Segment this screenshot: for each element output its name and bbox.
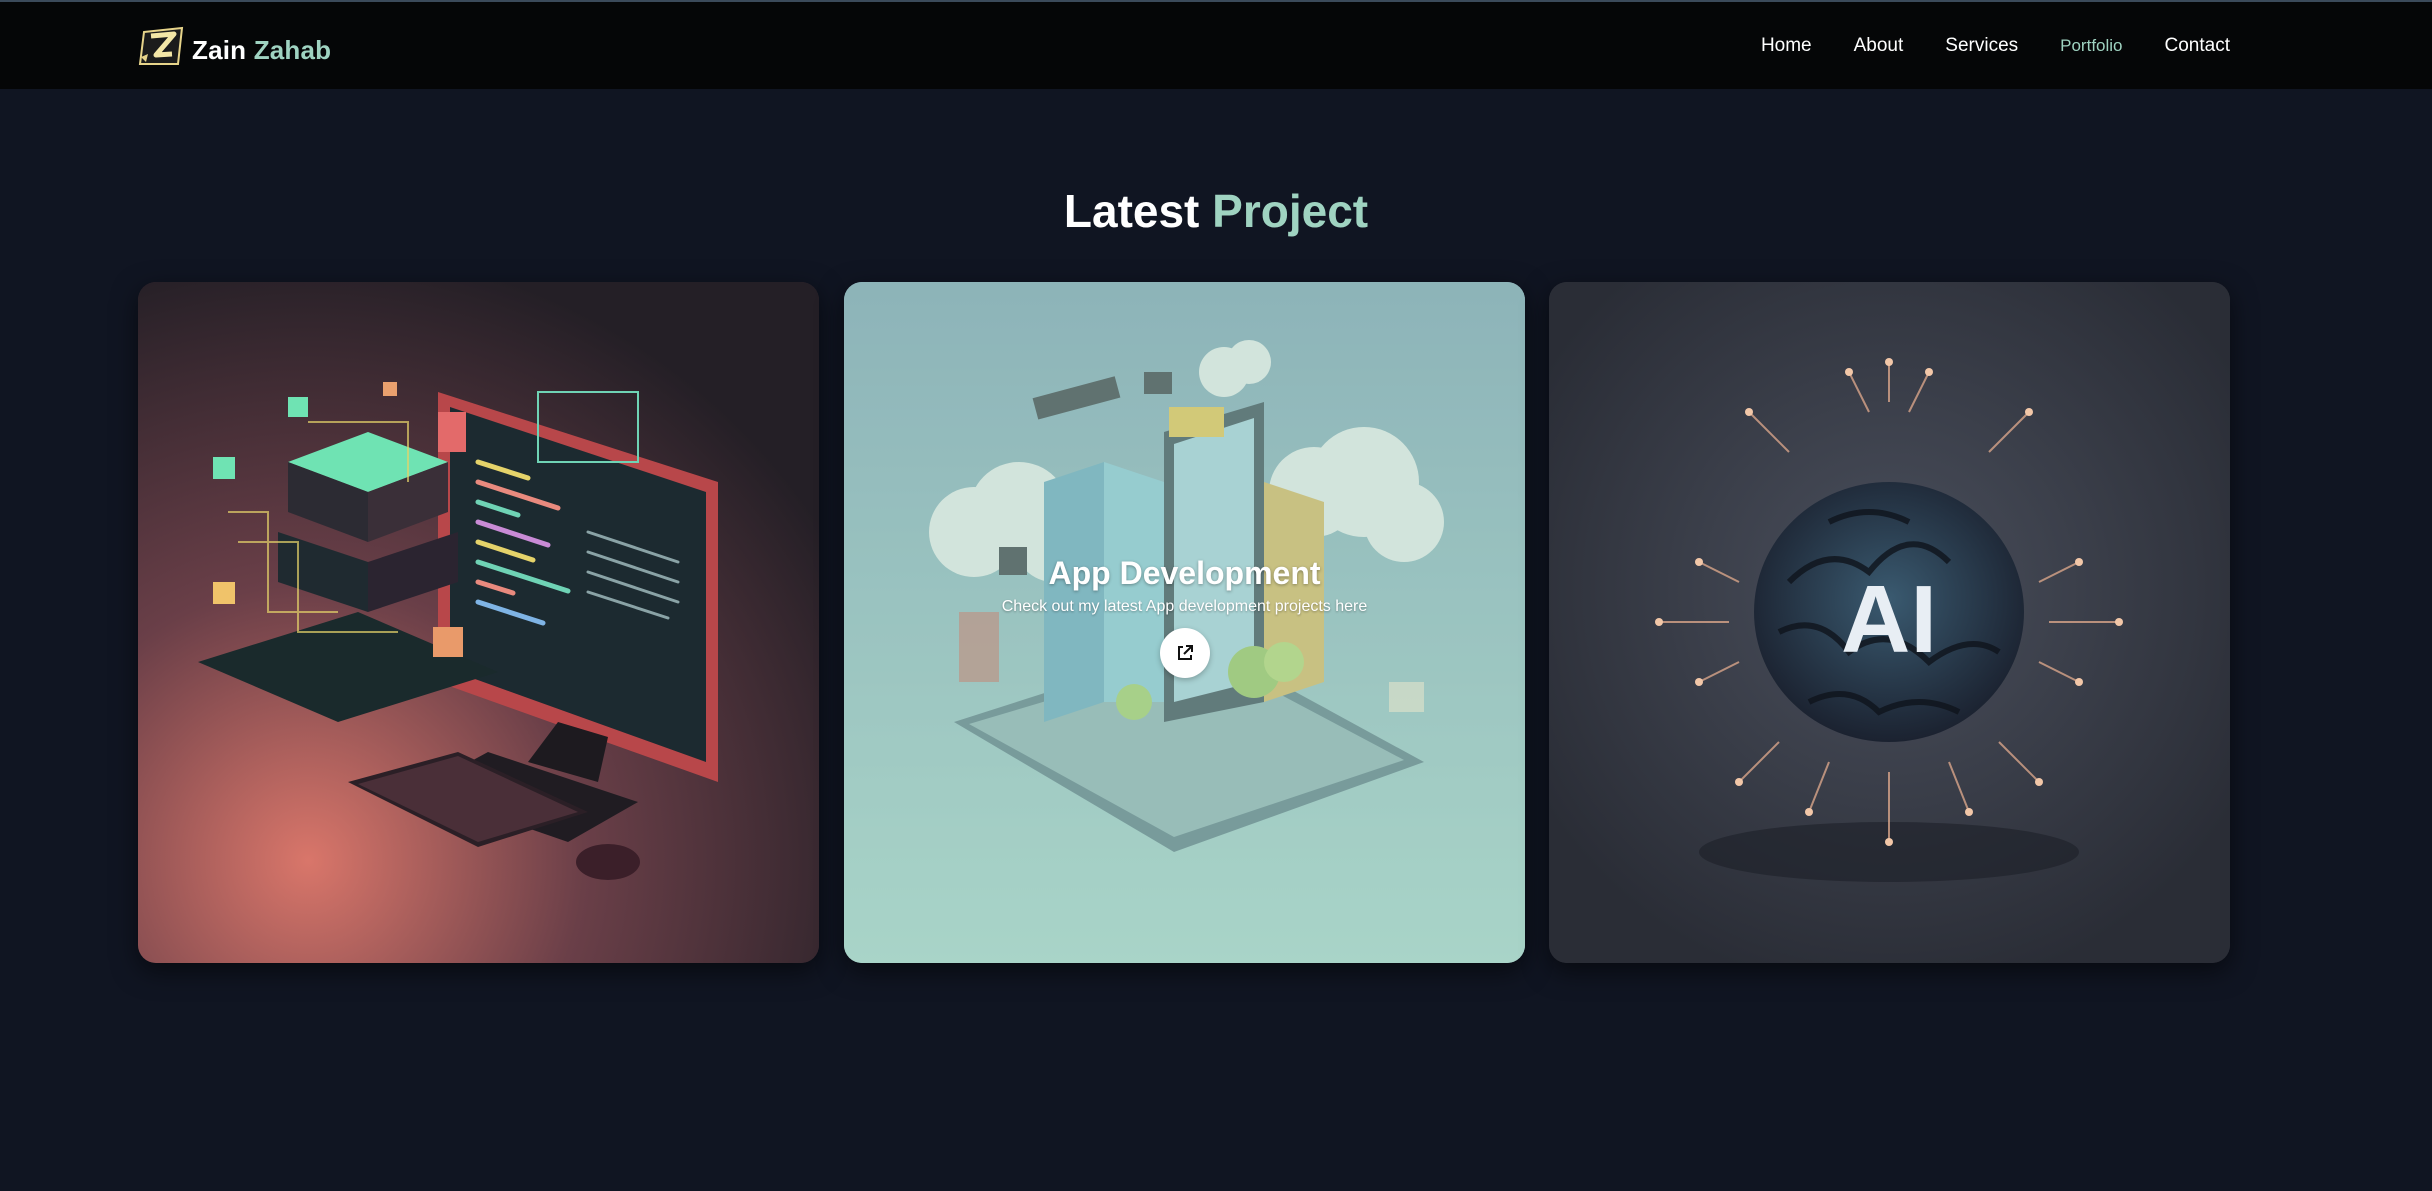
external-link-icon bbox=[1177, 645, 1193, 660]
section-title-accent: Project bbox=[1212, 185, 1369, 237]
brand-last-name: Zahab bbox=[253, 34, 332, 65]
brand-first-name: Zain bbox=[192, 34, 247, 65]
project-card-web[interactable] bbox=[138, 282, 819, 963]
ai-brain-image: AI bbox=[1549, 282, 2230, 963]
nav-services[interactable]: Services bbox=[1945, 35, 2018, 57]
nav-home[interactable]: Home bbox=[1761, 35, 1812, 57]
z-logo-icon bbox=[138, 26, 184, 65]
computer-illustration-image bbox=[138, 282, 819, 963]
project-title: App Development bbox=[1048, 555, 1321, 591]
project-link-button[interactable] bbox=[1159, 628, 1210, 678]
section-title: Latest Project bbox=[0, 184, 2432, 238]
project-card-ai[interactable]: AI bbox=[1549, 282, 2230, 963]
nav-contact[interactable]: Contact bbox=[2165, 35, 2230, 57]
nav-about[interactable]: About bbox=[1854, 35, 1904, 57]
section-title-main: Latest bbox=[1063, 185, 1200, 237]
brand-name: Zain Zahab bbox=[192, 35, 331, 66]
brand-logo[interactable]: Zain Zahab bbox=[138, 24, 331, 68]
main-nav: Home About Services Portfolio Contact bbox=[1761, 2, 2230, 89]
project-description: Check out my latest App development proj… bbox=[1001, 598, 1368, 615]
project-card-app[interactable]: App Development Check out my latest App … bbox=[844, 282, 1525, 963]
nav-portfolio[interactable]: Portfolio bbox=[2060, 36, 2122, 56]
ai-image-text: AI bbox=[1841, 566, 1937, 673]
site-header: Zain Zahab Home About Services Portfolio… bbox=[0, 2, 2432, 89]
project-hover-overlay: App Development Check out my latest App … bbox=[844, 282, 1525, 963]
